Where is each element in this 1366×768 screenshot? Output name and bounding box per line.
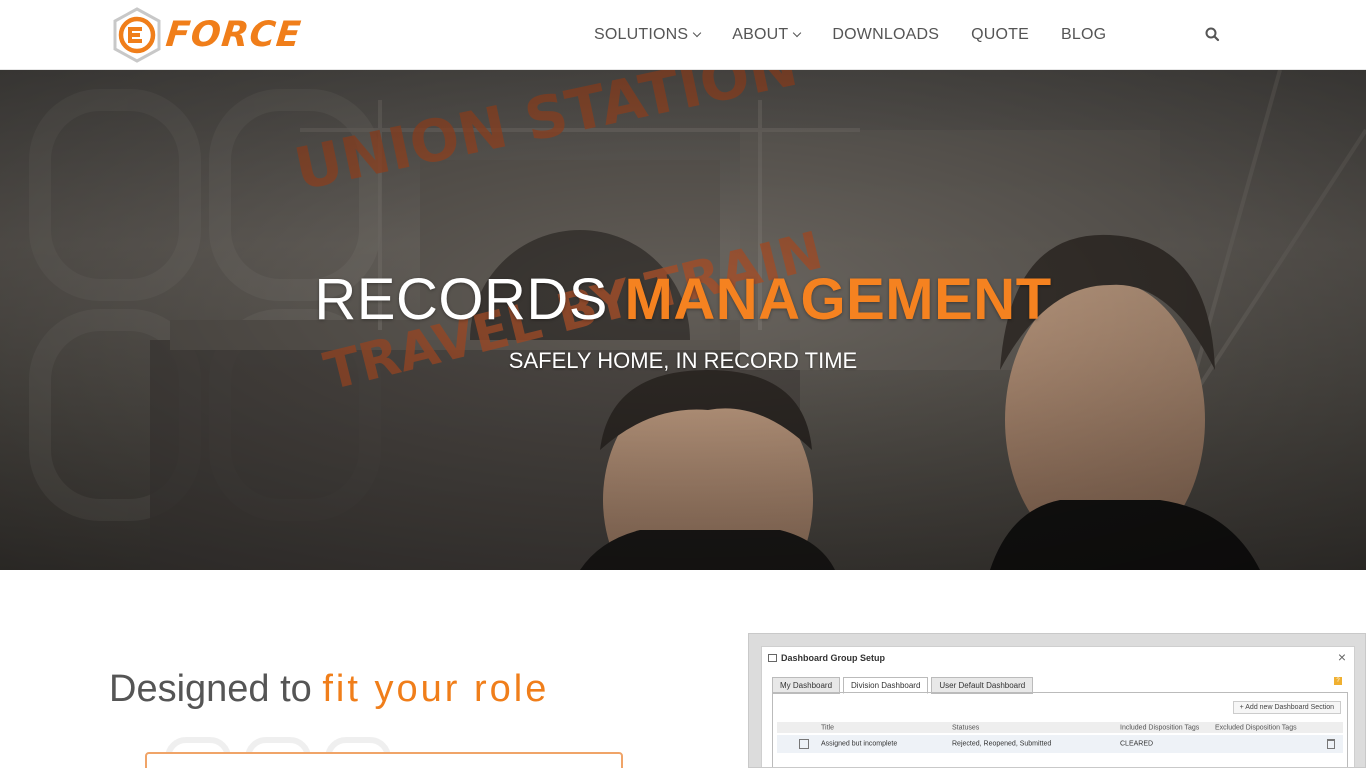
site-header: FORCE SOLUTIONS ABOUT DOWNLOADS QUOTE BL…: [0, 0, 1366, 70]
hero-title: RECORDS MANAGEMENT: [0, 266, 1366, 333]
window-icon: [768, 654, 777, 662]
hero-banner: UNION STATION TRAVEL BY TRAIN RECORDS MA…: [0, 70, 1366, 570]
eforce-logo[interactable]: FORCE: [112, 7, 322, 63]
add-dashboard-section-button[interactable]: + Add new Dashboard Section: [1232, 701, 1341, 714]
hero-subtitle: SAFELY HOME, IN RECORD TIME: [508, 348, 858, 373]
column-header-statuses: Statuses: [952, 724, 980, 731]
row-statuses: Rejected, Reopened, Submitted: [952, 740, 1052, 748]
chevron-down-icon: [693, 28, 702, 38]
section-title-accent: fit your role: [322, 668, 550, 710]
hero-title-accent: MANAGEMENT: [624, 267, 1052, 332]
nav-item-about[interactable]: ABOUT: [716, 0, 816, 70]
trash-icon[interactable]: [1327, 739, 1335, 749]
eforce-hexagon-icon: [113, 7, 161, 63]
section-title-plain: Designed to: [109, 668, 312, 710]
nav-item-quote[interactable]: QUOTE: [955, 0, 1045, 70]
chevron-down-icon: [793, 28, 802, 38]
column-header-excluded-tags: Excluded Disposition Tags: [1215, 724, 1297, 731]
column-header-included-tags: Included Disposition Tags: [1120, 724, 1200, 731]
product-screenshot: Dashboard Group Setup × ? My Dashboard D…: [748, 633, 1366, 768]
nav-label: DOWNLOADS: [832, 26, 940, 43]
hero-title-plain: RECORDS: [314, 267, 608, 332]
grid-header: Title Statuses Included Disposition Tags…: [777, 722, 1343, 733]
section-title: Designed to fit your role: [109, 668, 549, 711]
tab-panel: + Add new Dashboard Section Title Status…: [772, 692, 1348, 767]
window-title: Dashboard Group Setup: [768, 653, 885, 663]
nav-label: BLOG: [1060, 26, 1107, 43]
add-section-label: Add new Dashboard Section: [1245, 704, 1334, 711]
close-icon[interactable]: ×: [1338, 650, 1346, 664]
nav-item-downloads[interactable]: DOWNLOADS: [816, 0, 955, 70]
main-nav: SOLUTIONS ABOUT DOWNLOADS QUOTE BLOG: [578, 0, 1122, 70]
help-icon[interactable]: ?: [1334, 677, 1342, 685]
dashboard-setup-window: Dashboard Group Setup × ? My Dashboard D…: [761, 646, 1355, 767]
nav-item-blog[interactable]: BLOG: [1045, 0, 1122, 70]
nav-item-solutions[interactable]: SOLUTIONS: [578, 0, 716, 70]
nav-label: ABOUT: [732, 26, 789, 43]
edit-icon[interactable]: [799, 739, 809, 749]
search-icon[interactable]: [1203, 25, 1223, 45]
nav-label: QUOTE: [971, 26, 1029, 43]
table-row[interactable]: Assigned but incomplete Rejected, Reopen…: [777, 735, 1343, 753]
window-title-text: Dashboard Group Setup: [781, 653, 886, 663]
logo-wordmark: FORCE: [163, 15, 304, 55]
column-header-title: Title: [821, 724, 834, 731]
row-included-tags: CLEARED: [1120, 740, 1154, 748]
row-title: Assigned but incomplete: [821, 740, 898, 748]
role-selector-box[interactable]: [145, 752, 623, 768]
nav-label: SOLUTIONS: [594, 26, 689, 43]
